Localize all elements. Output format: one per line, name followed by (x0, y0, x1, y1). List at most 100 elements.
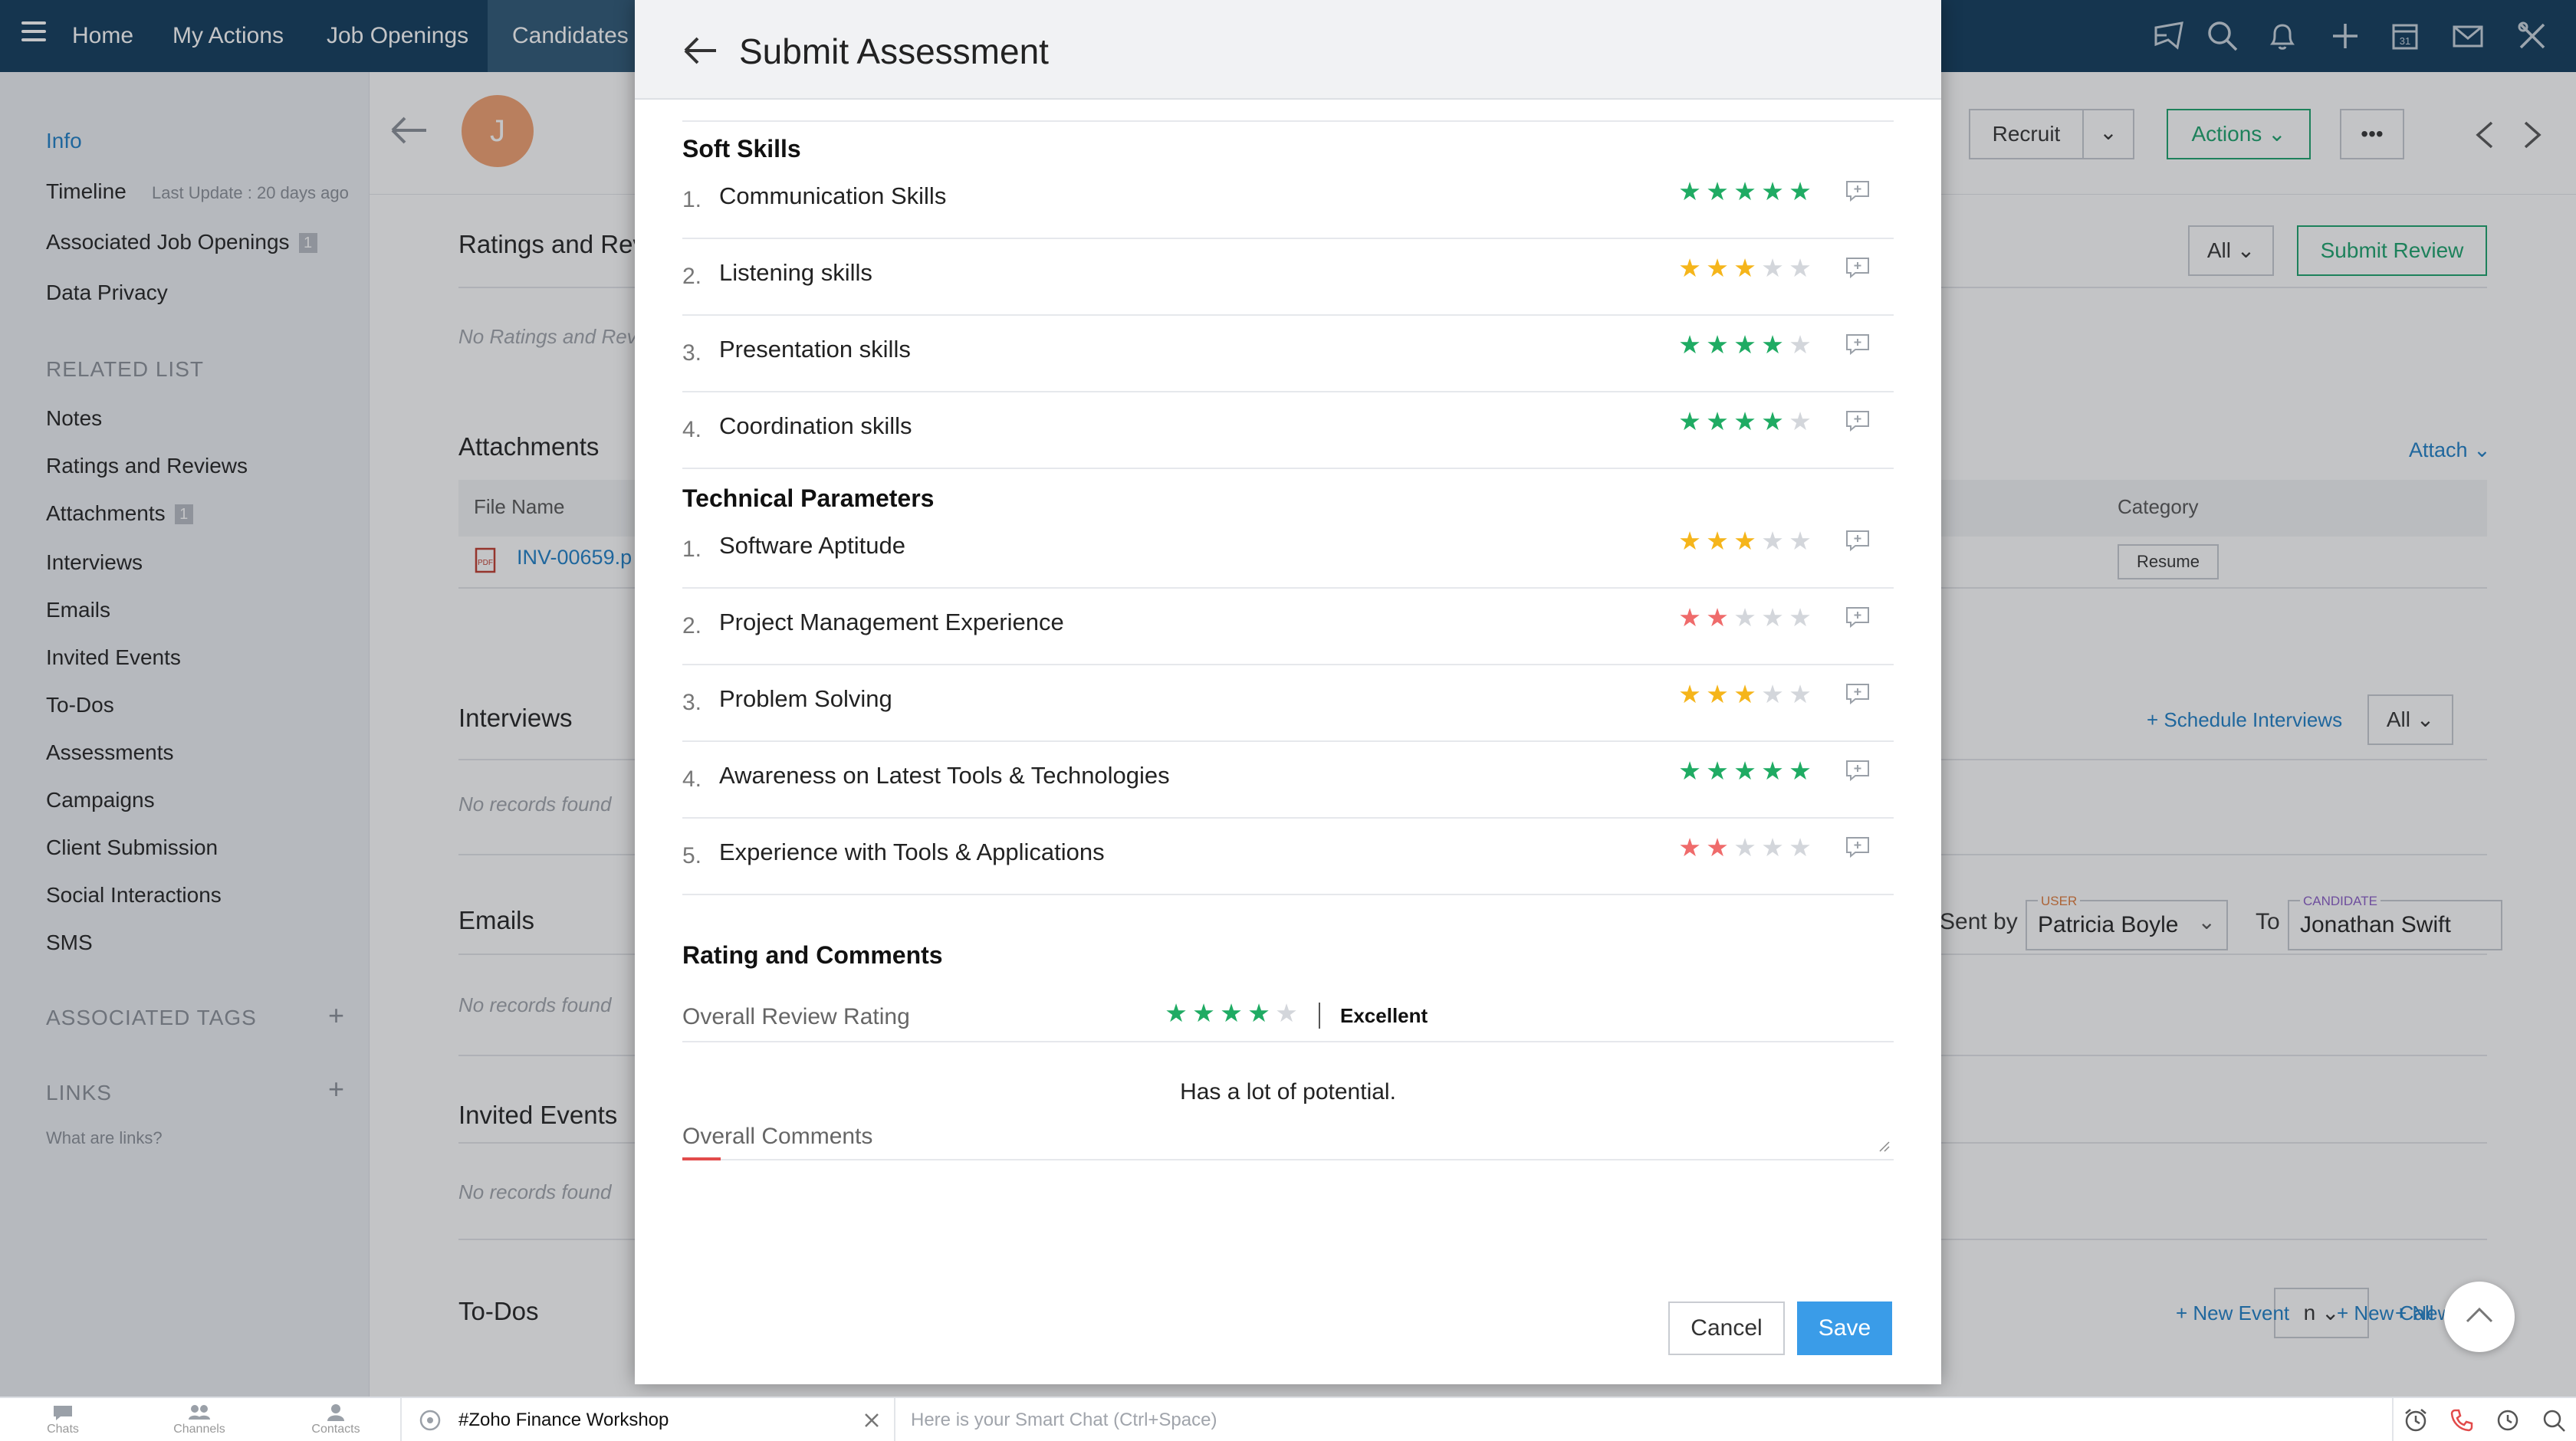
add-comment-icon[interactable] (1845, 333, 1871, 356)
close-icon[interactable] (863, 1412, 880, 1429)
criterion-number: 3. (682, 690, 702, 715)
star-icon[interactable]: ★ (1705, 253, 1733, 283)
star-icon[interactable]: ★ (1705, 756, 1733, 786)
search-icon[interactable] (2541, 1407, 2567, 1433)
criterion-label: Project Management Experience (719, 609, 1064, 635)
contacts-tab[interactable]: Contacts (305, 1403, 366, 1436)
chats-label: Chats (47, 1423, 79, 1436)
star-icon[interactable]: ★ (1705, 679, 1733, 709)
star-icon[interactable]: ★ (1677, 176, 1705, 206)
star-icon[interactable]: ★ (1760, 526, 1788, 556)
criterion-number: 5. (682, 843, 702, 868)
star-icon[interactable]: ★ (1733, 406, 1760, 436)
star-icon[interactable]: ★ (1733, 602, 1760, 632)
divider (682, 664, 1894, 665)
star-icon[interactable]: ★ (1274, 998, 1302, 1028)
criterion-label: Presentation skills (719, 336, 911, 363)
star-icon[interactable]: ★ (1705, 602, 1733, 632)
scroll-to-top-button[interactable] (2444, 1282, 2515, 1352)
star-icon[interactable]: ★ (1705, 526, 1733, 556)
star-icon[interactable]: ★ (1760, 330, 1788, 359)
add-comment-icon[interactable] (1845, 606, 1871, 629)
star-icon[interactable]: ★ (1788, 330, 1815, 359)
star-icon[interactable]: ★ (1788, 756, 1815, 786)
save-button[interactable]: Save (1797, 1301, 1892, 1355)
star-icon[interactable]: ★ (1247, 998, 1274, 1028)
criterion-rating-stars[interactable]: ★★★★★ (1677, 253, 1815, 283)
star-icon[interactable]: ★ (1760, 602, 1788, 632)
star-icon[interactable]: ★ (1733, 832, 1760, 862)
star-icon[interactable]: ★ (1677, 756, 1705, 786)
chats-tab[interactable]: Chats (32, 1403, 94, 1436)
star-icon[interactable]: ★ (1677, 406, 1705, 436)
star-icon[interactable]: ★ (1760, 176, 1788, 206)
criterion-label: Listening skills (719, 259, 872, 286)
criterion-rating-stars[interactable]: ★★★★★ (1677, 679, 1815, 709)
star-icon[interactable]: ★ (1733, 330, 1760, 359)
star-icon[interactable]: ★ (1164, 998, 1191, 1028)
star-icon[interactable]: ★ (1733, 526, 1760, 556)
add-comment-icon[interactable] (1845, 835, 1871, 858)
channels-tab[interactable]: Channels (169, 1403, 230, 1436)
divider (1319, 1003, 1320, 1029)
divider (682, 391, 1894, 392)
criterion-rating-stars[interactable]: ★★★★★ (1677, 406, 1815, 436)
star-icon[interactable]: ★ (1760, 756, 1788, 786)
star-icon[interactable]: ★ (1733, 756, 1760, 786)
star-icon[interactable]: ★ (1760, 406, 1788, 436)
add-comment-icon[interactable] (1845, 682, 1871, 705)
star-icon[interactable]: ★ (1733, 679, 1760, 709)
criterion-number: 1. (682, 187, 702, 212)
star-icon[interactable]: ★ (1788, 253, 1815, 283)
star-icon[interactable]: ★ (1191, 998, 1219, 1028)
star-icon[interactable]: ★ (1788, 832, 1815, 862)
star-icon[interactable]: ★ (1788, 526, 1815, 556)
star-icon[interactable]: ★ (1788, 176, 1815, 206)
star-icon[interactable]: ★ (1760, 679, 1788, 709)
star-icon[interactable]: ★ (1788, 602, 1815, 632)
star-icon[interactable]: ★ (1733, 253, 1760, 283)
add-comment-icon[interactable] (1845, 179, 1871, 202)
criterion-rating-stars[interactable]: ★★★★★ (1677, 526, 1815, 556)
star-icon[interactable]: ★ (1219, 998, 1247, 1028)
channels-label: Channels (173, 1423, 225, 1436)
add-comment-icon[interactable] (1845, 409, 1871, 432)
overall-rating-stars[interactable]: ★★★★★ (1164, 998, 1302, 1028)
star-icon[interactable]: ★ (1733, 176, 1760, 206)
star-icon[interactable]: ★ (1677, 832, 1705, 862)
channel-icon (419, 1410, 441, 1431)
star-icon[interactable]: ★ (1677, 253, 1705, 283)
add-comment-icon[interactable] (1845, 759, 1871, 782)
add-comment-icon[interactable] (1845, 256, 1871, 279)
criterion-rating-stars[interactable]: ★★★★★ (1677, 176, 1815, 206)
star-icon[interactable]: ★ (1677, 679, 1705, 709)
star-icon[interactable]: ★ (1705, 406, 1733, 436)
bottom-chat-bar: Chats Channels Contacts #Zoho Finance Wo… (0, 1397, 2576, 1441)
active-channel-name[interactable]: #Zoho Finance Workshop (458, 1410, 669, 1431)
history-icon[interactable] (2495, 1407, 2521, 1433)
star-icon[interactable]: ★ (1760, 832, 1788, 862)
star-icon[interactable]: ★ (1677, 330, 1705, 359)
criterion-label: Problem Solving (719, 685, 892, 712)
star-icon[interactable]: ★ (1760, 253, 1788, 283)
alarm-clock-icon[interactable] (2403, 1407, 2429, 1433)
overall-comments-field[interactable]: Has a lot of potential. Overall Comments (682, 1065, 1894, 1160)
star-icon[interactable]: ★ (1705, 330, 1733, 359)
criterion-rating-stars[interactable]: ★★★★★ (1677, 756, 1815, 786)
smart-chat-input[interactable]: Here is your Smart Chat (Ctrl+Space) (911, 1410, 1217, 1431)
criterion-rating-stars[interactable]: ★★★★★ (1677, 602, 1815, 632)
cancel-button[interactable]: Cancel (1668, 1301, 1785, 1355)
star-icon[interactable]: ★ (1788, 406, 1815, 436)
back-arrow-icon[interactable] (682, 35, 719, 66)
star-icon[interactable]: ★ (1705, 176, 1733, 206)
star-icon[interactable]: ★ (1677, 602, 1705, 632)
star-icon[interactable]: ★ (1677, 526, 1705, 556)
star-icon[interactable]: ★ (1705, 832, 1733, 862)
phone-icon[interactable] (2449, 1407, 2475, 1433)
divider (682, 817, 1894, 819)
criterion-rating-stars[interactable]: ★★★★★ (1677, 330, 1815, 359)
criterion-rating-stars[interactable]: ★★★★★ (1677, 832, 1815, 862)
star-icon[interactable]: ★ (1788, 679, 1815, 709)
resize-handle-icon[interactable] (1878, 1141, 1891, 1153)
add-comment-icon[interactable] (1845, 529, 1871, 552)
